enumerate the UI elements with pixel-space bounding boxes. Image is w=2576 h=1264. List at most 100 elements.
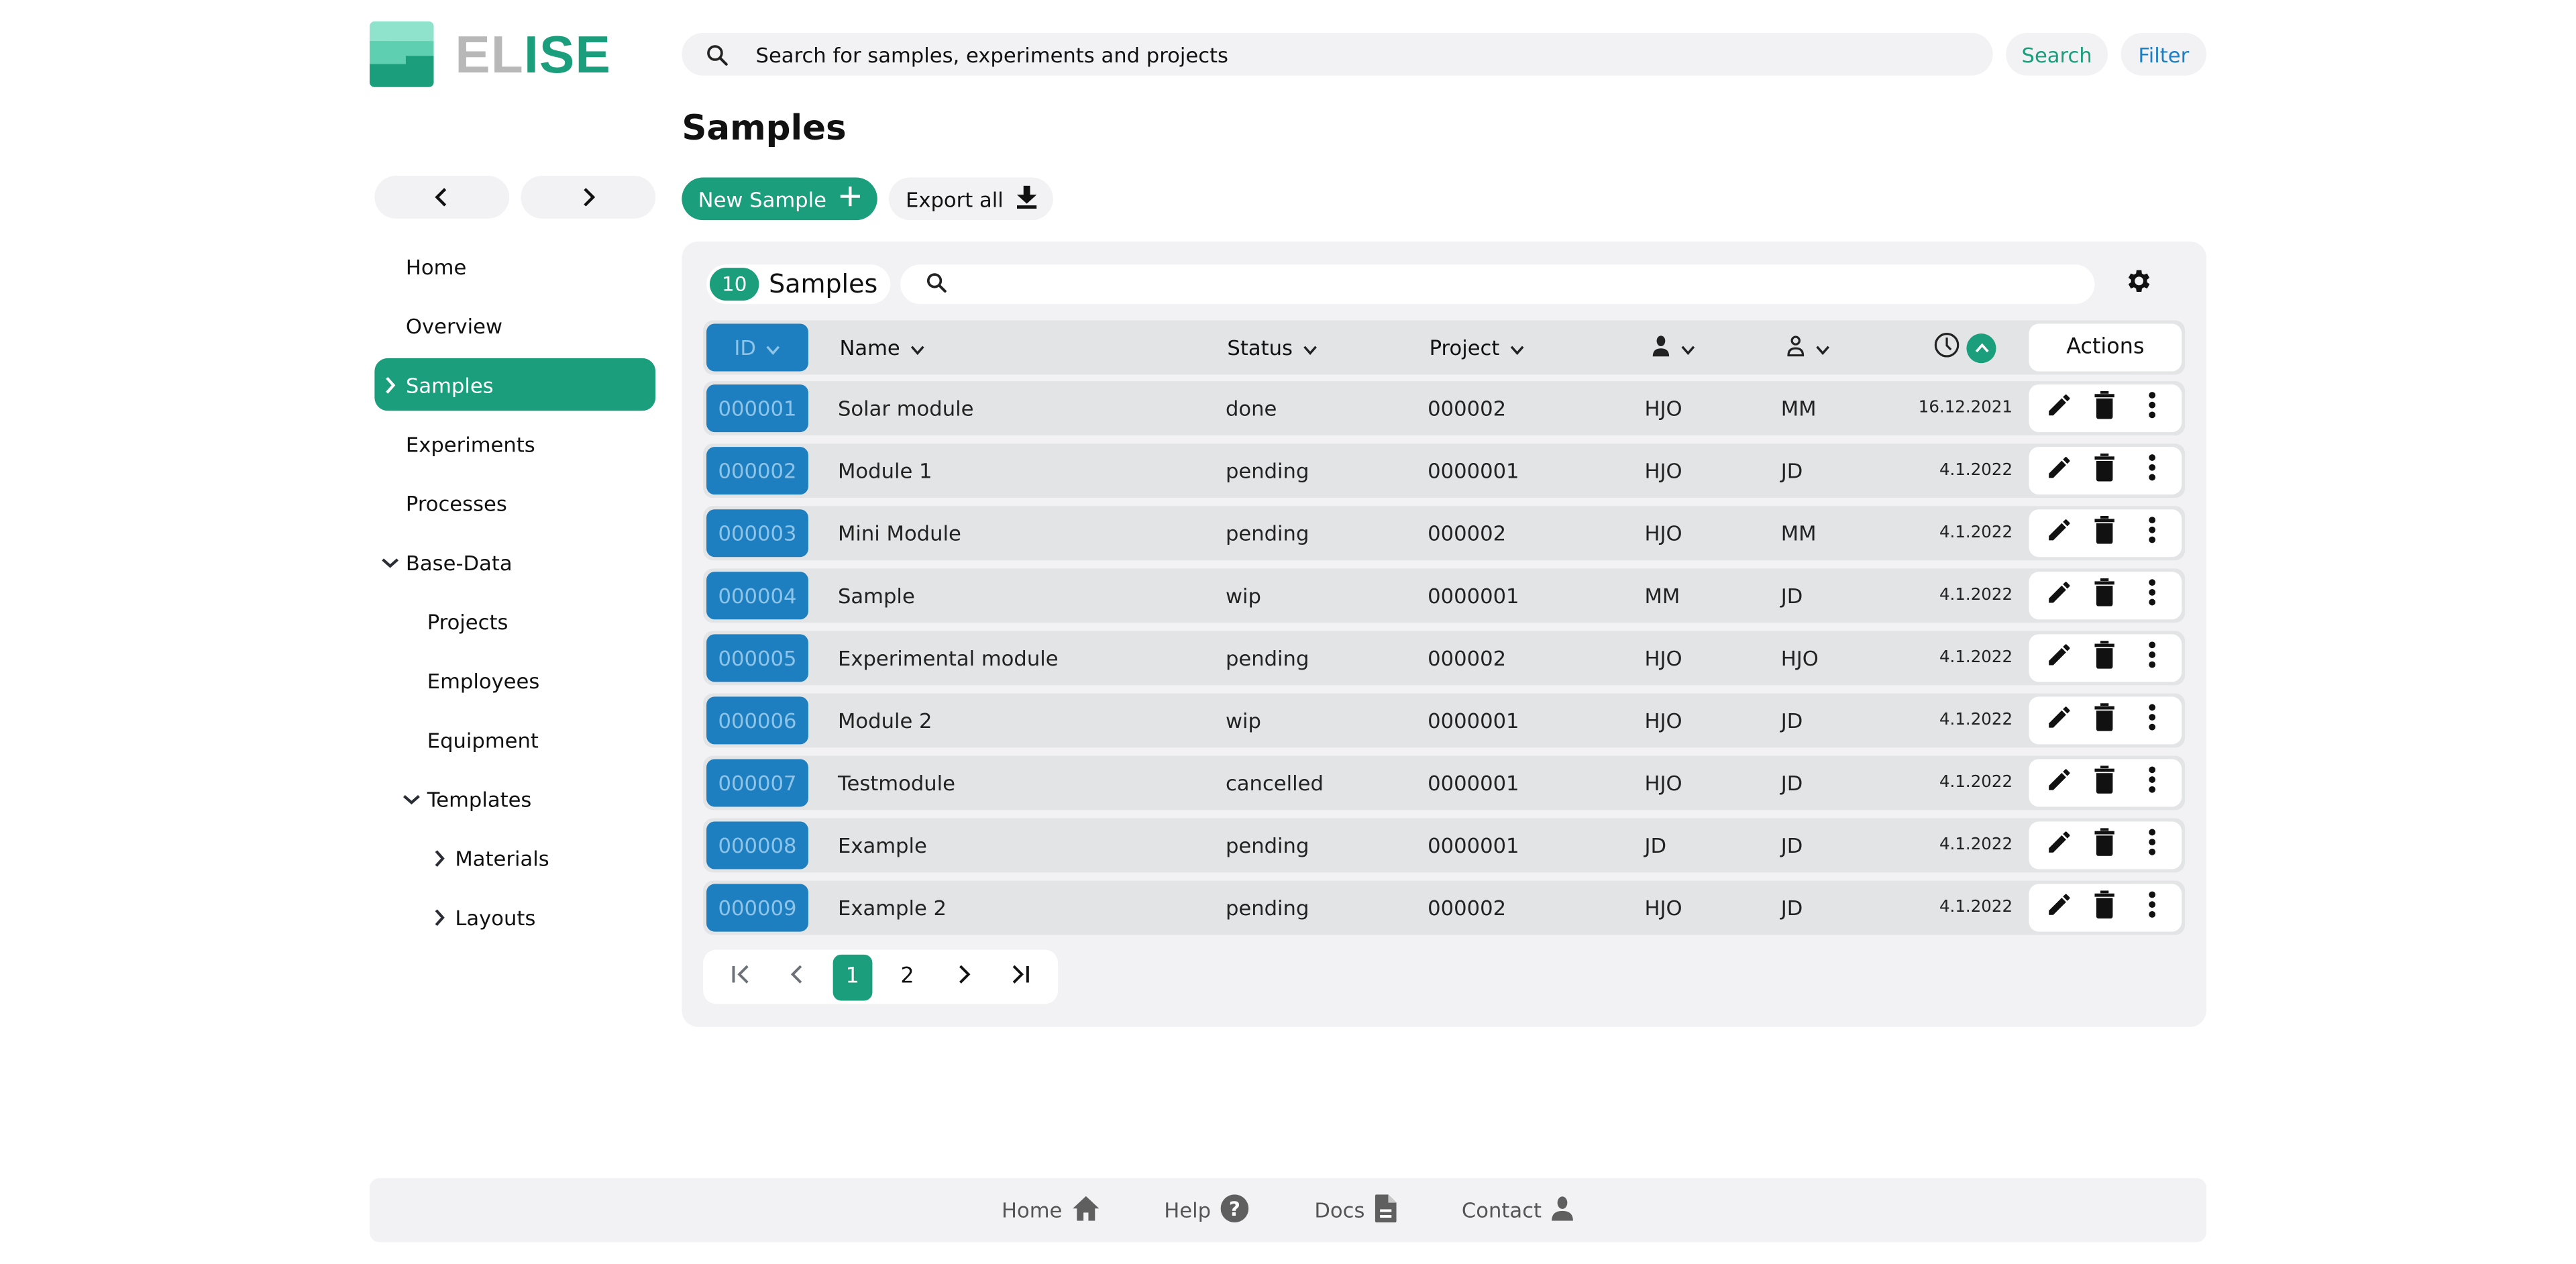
search-button[interactable]: Search [2006,32,2108,76]
sample-date: 4.1.2022 [1939,586,2013,605]
delete-button[interactable] [2087,827,2123,863]
last-page-button[interactable] [998,954,1041,1000]
sample-id-link[interactable]: 000003 [706,509,808,558]
sidebar-item-experiments[interactable]: Experiments [374,417,655,470]
page-button-2[interactable]: 2 [885,954,928,1000]
sidebar-item-employees[interactable]: Employees [374,654,655,706]
table-row[interactable]: 000002 Module 1 pending 0000001 HJO JD 4.1.202… [703,443,2186,498]
sample-id-link[interactable]: 000007 [706,759,808,807]
table-row[interactable]: 000009 Example 2 pending 000002 HJO JD 4.1.202… [703,880,2186,935]
footer-link-contact[interactable]: Contact [1462,1196,1574,1225]
table-row[interactable]: 000001 Solar module done 000002 HJO MM 16.12.2… [703,381,2186,435]
delete-button[interactable] [2087,390,2123,427]
footer-link-docs[interactable]: Docs [1314,1194,1396,1226]
more-options-button[interactable] [2134,702,2170,739]
edit-button[interactable] [2041,765,2077,801]
column-header-project[interactable]: Project [1430,321,1525,375]
delete-button[interactable] [2087,890,2123,926]
sort-ascending-badge[interactable] [1966,332,1996,363]
delete-button[interactable] [2087,515,2123,551]
delete-button[interactable] [2087,702,2123,739]
sample-project: 0000001 [1428,458,1519,484]
footer-link-help[interactable]: Help ? [1164,1194,1249,1226]
delete-button[interactable] [2087,765,2123,801]
table-row[interactable]: 000008 Example pending 0000001 JD JD 4.1.2022 [703,818,2186,873]
sidebar-item-layouts[interactable]: Layouts [374,890,655,943]
more-options-button[interactable] [2134,453,2170,489]
sample-owner: HJO [1644,458,1682,484]
edit-button[interactable] [2041,890,2077,926]
sidebar-item-home[interactable]: Home [374,240,655,293]
sidebar-item-base-data[interactable]: Base-Data [374,535,655,588]
chevron-down-icon [396,793,425,804]
more-options-button[interactable] [2134,827,2170,863]
edit-button[interactable] [2041,827,2077,863]
more-options-button[interactable] [2134,390,2170,427]
sample-owner: MM [1644,583,1680,609]
delete-button[interactable] [2087,640,2123,676]
sample-id-link[interactable]: 000005 [706,634,808,682]
pencil-icon [2045,391,2073,425]
sidebar-item-equipment[interactable]: Equipment [374,713,655,766]
sample-id-link[interactable]: 000004 [706,572,808,620]
edit-button[interactable] [2041,515,2077,551]
column-header-status[interactable]: Status [1227,321,1317,375]
sidebar-item-processes[interactable]: Processes [374,476,655,529]
last-page-icon [1010,963,1031,990]
global-search-input[interactable] [752,40,1909,68]
sample-project: 000002 [1428,895,1507,920]
table-settings-button[interactable] [2123,268,2155,301]
column-header-date[interactable] [1933,321,1996,375]
more-options-button[interactable] [2134,765,2170,801]
table-row[interactable]: 000007 Testmodule cancelled 0000001 HJO JD 4.1… [703,755,2186,810]
column-header-owner[interactable] [1651,321,1695,375]
sample-owner: HJO [1644,645,1682,671]
first-page-button[interactable] [720,954,763,1000]
sample-id-link[interactable]: 000008 [706,821,808,870]
sidebar-item-overview[interactable]: Overview [374,299,655,352]
edit-button[interactable] [2041,702,2077,739]
previous-page-button[interactable] [776,954,819,1000]
column-header-name[interactable]: Name [839,321,924,375]
logo[interactable]: ELISE [370,21,611,87]
more-options-button[interactable] [2134,515,2170,551]
table-row[interactable]: 000006 Module 2 wip 0000001 HJO JD 4.1.2022 [703,693,2186,748]
sample-id-link[interactable]: 000002 [706,447,808,495]
table-search-input[interactable] [961,271,2085,298]
sample-status: wip [1225,708,1261,733]
sample-id-link[interactable]: 000006 [706,696,808,745]
column-header-id[interactable]: ID [706,323,808,372]
sidebar-item-materials[interactable]: Materials [374,831,655,884]
new-sample-label: New Sample [698,186,826,211]
edit-button[interactable] [2041,640,2077,676]
back-button[interactable] [374,176,510,219]
logo-icon [370,21,434,87]
sidebar-item-samples[interactable]: Samples [374,358,656,411]
edit-button[interactable] [2041,390,2077,427]
delete-button[interactable] [2087,578,2123,614]
sidebar-item-templates[interactable]: Templates [374,772,655,825]
table-row[interactable]: 000005 Experimental module pending 000002 HJ… [703,631,2186,686]
trash-icon [2094,703,2116,737]
table-row[interactable]: 000003 Mini Module pending 000002 HJO MM 4.1.2… [703,506,2186,561]
more-options-button[interactable] [2134,890,2170,926]
edit-button[interactable] [2041,453,2077,489]
filter-button[interactable]: Filter [2121,32,2207,76]
table-row[interactable]: 000004 Sample wip 0000001 MM JD 4.1.2022 [703,568,2186,623]
more-options-button[interactable] [2134,640,2170,676]
sidebar-item-projects[interactable]: Projects [374,595,655,647]
export-all-button[interactable]: Export all [888,177,1053,221]
sample-id-link[interactable]: 000009 [706,884,808,932]
column-header-editor[interactable] [1786,321,1830,375]
new-sample-button[interactable]: New Sample [682,177,877,221]
next-page-button[interactable] [942,954,985,1000]
more-options-button[interactable] [2134,578,2170,614]
forward-button[interactable] [521,176,656,219]
sample-id-link[interactable]: 000001 [706,384,808,433]
delete-button[interactable] [2087,453,2123,489]
document-icon [1375,1194,1396,1226]
edit-button[interactable] [2041,578,2077,614]
sample-project: 0000001 [1428,583,1519,609]
footer-link-home[interactable]: Home [1002,1195,1099,1225]
page-button-1[interactable]: 1 [832,953,873,1000]
